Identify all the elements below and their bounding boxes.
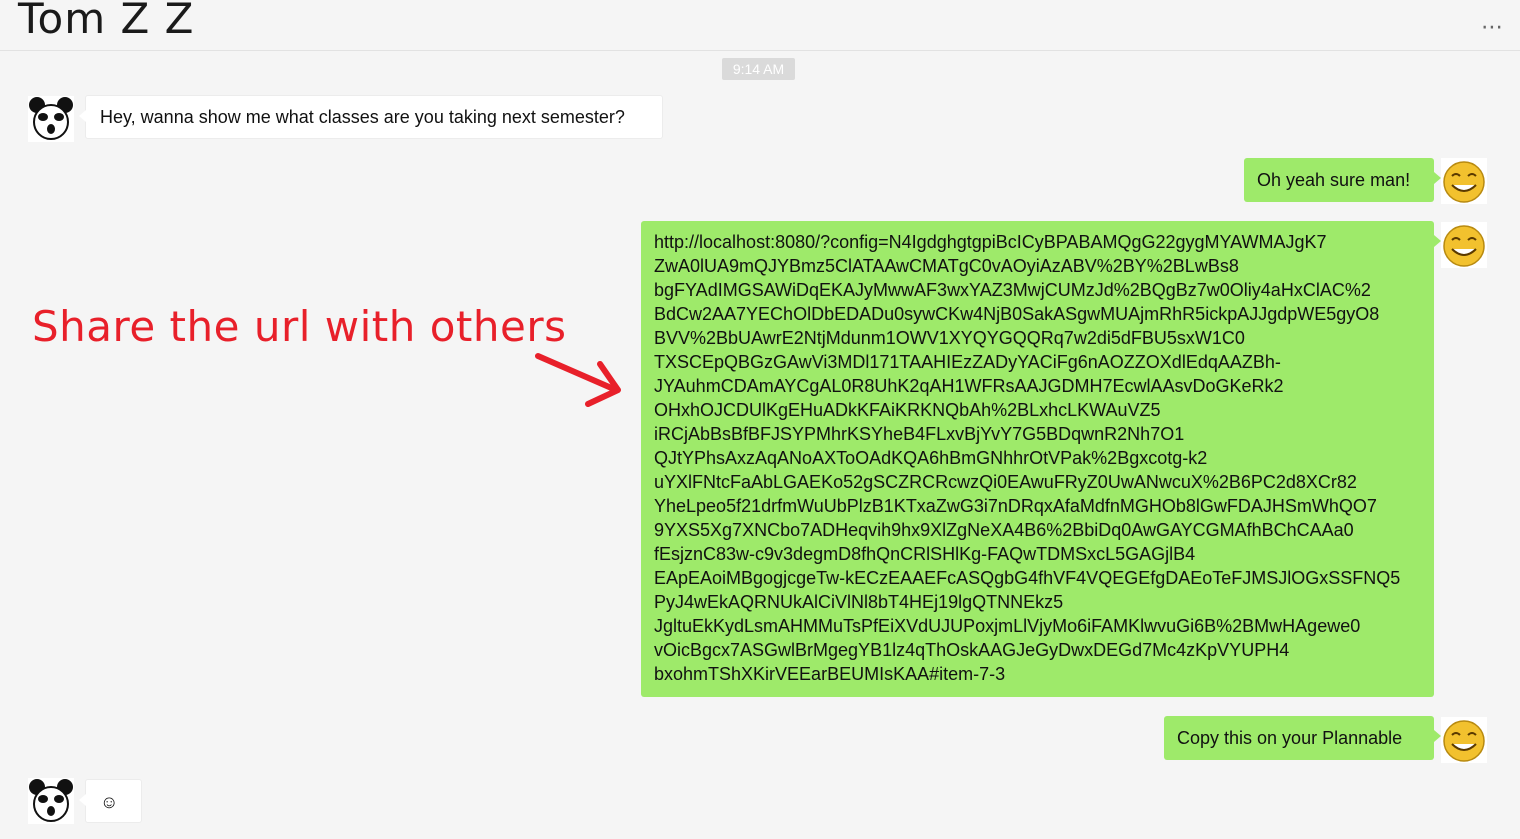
chat-header: Tom Z Z ⋯ bbox=[0, 0, 1520, 51]
shared-url-text[interactable]: http://localhost:8080/?config=N4Igdghgtg… bbox=[654, 230, 1421, 686]
contact-name-title: Tom Z Z bbox=[18, 0, 195, 43]
message-bubble-outgoing: Oh yeah sure man! bbox=[1244, 158, 1441, 202]
annotation-text: Share the url with others bbox=[32, 302, 567, 351]
panda-avatar-icon[interactable] bbox=[28, 96, 74, 142]
message-bubble-outgoing-url: http://localhost:8080/?config=N4Igdghgtg… bbox=[641, 221, 1441, 697]
smiley-avatar-icon[interactable] bbox=[1441, 158, 1487, 204]
message-bubble-incoming: Hey, wanna show me what classes are you … bbox=[79, 95, 663, 139]
smiley-avatar-icon[interactable] bbox=[1441, 717, 1487, 763]
more-horizontal-icon[interactable]: ⋯ bbox=[1481, 14, 1504, 40]
smiley-avatar-icon[interactable] bbox=[1441, 222, 1487, 268]
message-text: Copy this on your Plannable bbox=[1177, 728, 1403, 748]
emoji-message: ☺ bbox=[100, 792, 119, 812]
message-bubble-incoming: ☺ bbox=[79, 779, 142, 823]
red-arrow-icon bbox=[535, 353, 621, 407]
message-timestamp: 9:14 AM bbox=[722, 58, 795, 80]
panda-avatar-icon[interactable] bbox=[28, 778, 74, 824]
message-text: Oh yeah sure man! bbox=[1257, 170, 1411, 190]
message-bubble-outgoing: Copy this on your Plannable bbox=[1164, 716, 1441, 760]
message-text: Hey, wanna show me what classes are you … bbox=[100, 107, 625, 127]
